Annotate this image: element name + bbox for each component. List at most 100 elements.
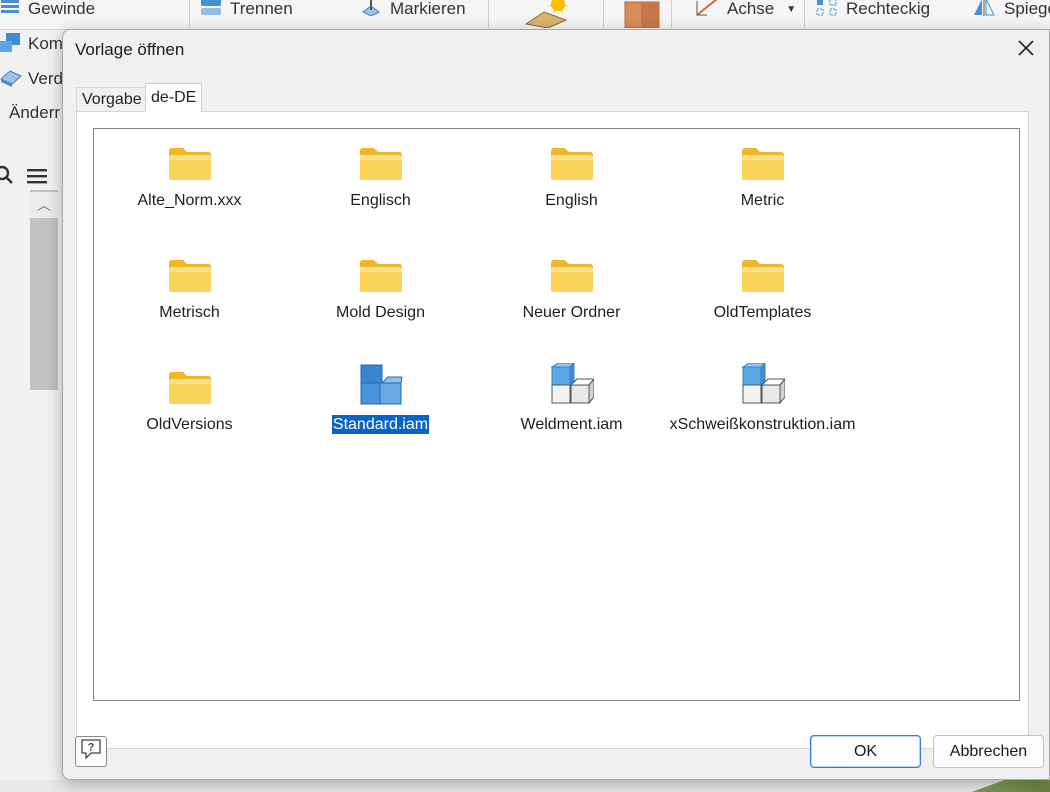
file-name-label: Mold Design xyxy=(285,304,476,322)
mirror-icon xyxy=(972,0,996,21)
browser-panel: Kom Verd Änderr ︿ xyxy=(0,30,63,792)
thicken-icon xyxy=(0,67,22,92)
folder-item[interactable]: Mold Design xyxy=(285,249,476,349)
help-button[interactable]: ? xyxy=(75,736,107,767)
file-name-text: OldVersions xyxy=(146,416,233,433)
ribbon-separator xyxy=(671,0,672,28)
file-name-label: xSchweißkonstruktion.iam xyxy=(667,416,858,434)
file-name-label: Standard.iam xyxy=(285,415,476,434)
ribbon-separator xyxy=(804,0,805,28)
ribbon-axis-button[interactable]: Achse ▼ xyxy=(695,0,796,18)
ribbon-mark-button[interactable]: Markieren xyxy=(360,0,466,18)
folder-item[interactable]: Alte_Norm.xxx xyxy=(94,137,285,237)
mark-icon xyxy=(360,0,382,21)
file-name-text: Weldment.iam xyxy=(520,416,623,433)
ribbon-box-button[interactable] xyxy=(623,0,669,30)
folder-icon xyxy=(549,249,595,293)
file-name-text: OldTemplates xyxy=(713,304,812,321)
tab-vorgabe[interactable]: Vorgabe xyxy=(76,87,148,111)
dialog-titlebar: Vorlage öffnen xyxy=(63,30,1049,70)
svg-text:?: ? xyxy=(88,742,95,754)
rectangular-pattern-icon xyxy=(816,0,838,21)
ribbon-split-button[interactable]: Trennen xyxy=(200,0,293,18)
folder-icon xyxy=(358,137,404,181)
file-name-text: Alte_Norm.xxx xyxy=(137,192,242,209)
ribbon-thread-button[interactable]: Gewinde xyxy=(0,0,95,18)
file-name-text: Metric xyxy=(740,192,785,209)
folder-item[interactable]: OldVersions xyxy=(94,361,285,461)
cancel-button[interactable]: Abbrechen xyxy=(933,735,1044,768)
assembly-icon xyxy=(358,361,404,405)
assembly-icon xyxy=(740,361,786,405)
folder-icon xyxy=(167,137,213,181)
file-name-label: Neuer Ordner xyxy=(476,304,667,322)
close-button[interactable] xyxy=(1011,36,1041,64)
folder-icon xyxy=(740,249,786,293)
template-file-list[interactable]: Alte_Norm.xxx Englisch English Metric Metris… xyxy=(93,128,1020,701)
status-strip xyxy=(0,780,1050,792)
panel-item-label: Änderr xyxy=(9,103,61,122)
ribbon-item-label: Markieren xyxy=(390,0,466,18)
assembly-template-item[interactable]: Weldment.iam xyxy=(476,361,667,461)
axis-icon xyxy=(695,0,719,21)
panel-item-label: Verd xyxy=(28,69,63,88)
panel-scrollbar[interactable] xyxy=(30,190,58,390)
file-name-label: English xyxy=(476,192,667,210)
split-icon xyxy=(200,0,222,21)
folder-item[interactable]: Metrisch xyxy=(94,249,285,349)
ribbon-sketch-button[interactable] xyxy=(522,0,580,30)
file-name-text: xSchweißkonstruktion.iam xyxy=(669,416,856,433)
ok-button[interactable]: OK xyxy=(810,735,921,768)
folder-item[interactable]: Metric xyxy=(667,137,858,237)
file-name-label: Metric xyxy=(667,192,858,210)
app-ribbon: Gewinde Trennen Markieren Achse ▼ Rechte… xyxy=(0,0,1050,30)
close-icon xyxy=(1017,39,1035,62)
assembly-template-item[interactable]: Standard.iam xyxy=(285,361,476,461)
ribbon-rectangular-pattern-button[interactable]: Rechteckig xyxy=(816,0,930,18)
folder-icon xyxy=(167,249,213,293)
tab-panel: Alte_Norm.xxx Englisch English Metric Metris… xyxy=(76,111,1029,749)
file-name-text: Standard.iam xyxy=(331,415,430,434)
file-name-text: Englisch xyxy=(350,192,411,209)
panel-item-label: Kom xyxy=(28,34,63,53)
file-name-label: Englisch xyxy=(285,192,476,210)
panel-item-thicken[interactable]: Verd xyxy=(0,68,63,90)
folder-item[interactable]: Englisch xyxy=(285,137,476,237)
chevron-up-icon[interactable]: ︿ xyxy=(30,192,58,218)
file-name-label: OldTemplates xyxy=(667,304,858,322)
panel-item-modify[interactable]: Änderr xyxy=(9,102,60,124)
ribbon-item-label: Rechteckig xyxy=(846,0,931,18)
folder-icon xyxy=(167,361,213,405)
assembly-template-item[interactable]: xSchweißkonstruktion.iam xyxy=(667,361,858,461)
file-name-label: OldVersions xyxy=(94,416,285,434)
component-icon xyxy=(0,32,22,57)
ribbon-item-label: Achse xyxy=(727,0,775,18)
folder-item[interactable]: English xyxy=(476,137,667,237)
file-name-label: Weldment.iam xyxy=(476,416,667,434)
ribbon-separator xyxy=(603,0,604,28)
folder-item[interactable]: OldTemplates xyxy=(667,249,858,349)
open-template-dialog: Vorlage öffnen Vorgabe de-DE Alte_Norm.x… xyxy=(62,29,1050,780)
chevron-down-icon[interactable]: ▼ xyxy=(786,4,796,15)
search-icon[interactable] xyxy=(0,164,14,191)
panel-toolbar xyxy=(0,162,62,190)
box-icon xyxy=(623,0,661,33)
file-name-label: Alte_Norm.xxx xyxy=(94,192,285,210)
menu-icon[interactable] xyxy=(26,167,48,190)
file-name-text: English xyxy=(545,192,598,209)
assembly-icon xyxy=(549,361,595,405)
file-name-text: Mold Design xyxy=(336,304,425,321)
folder-item[interactable]: Neuer Ordner xyxy=(476,249,667,349)
dialog-title: Vorlage öffnen xyxy=(75,40,185,59)
folder-icon xyxy=(549,137,595,181)
file-name-text: Metrisch xyxy=(159,304,220,321)
folder-icon xyxy=(358,249,404,293)
tab-de-de[interactable]: de-DE xyxy=(145,83,203,112)
ribbon-item-label: Spiege xyxy=(1004,0,1050,18)
ribbon-separator xyxy=(189,0,190,28)
ribbon-mirror-button[interactable]: Spiege xyxy=(972,0,1050,18)
panel-item-component[interactable]: Kom xyxy=(0,32,63,57)
sketch-icon xyxy=(522,0,572,33)
ribbon-item-label: Trennen xyxy=(230,0,293,18)
thread-icon xyxy=(0,0,20,21)
